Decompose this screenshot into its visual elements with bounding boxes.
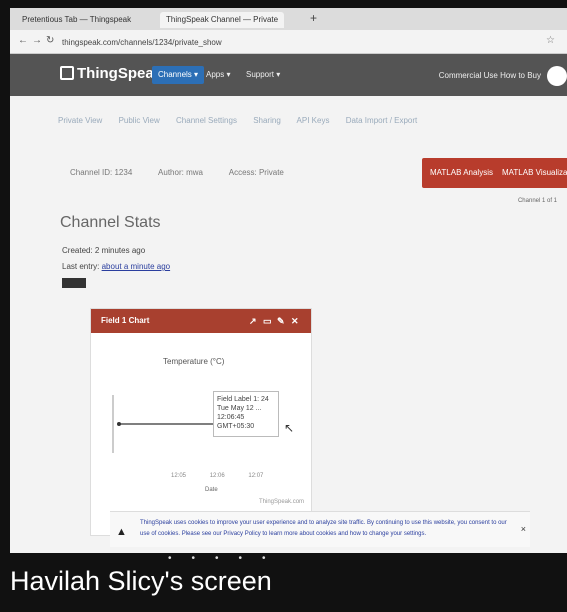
screen-share-caption: Havilah Slicy's screen: [10, 566, 272, 596]
created-label: Created:: [62, 246, 93, 255]
tab-previous[interactable]: Pretentious Tab — Thingspeak: [16, 12, 137, 28]
user-avatar[interactable]: [547, 66, 567, 86]
tab-bar: Pretentious Tab — Thingspeak ThingSpeak …: [10, 8, 567, 30]
tooltip-line-2: Tue May 12 ...: [217, 405, 262, 413]
tooltip-line-3: 12:06:45 GMT+05:30: [217, 414, 255, 431]
chart-plot: [112, 395, 229, 453]
subtab-public-view[interactable]: Public View: [119, 116, 160, 125]
widget-title: Field 1 Chart: [101, 316, 150, 325]
x-tick: 12:06: [209, 473, 225, 479]
back-icon[interactable]: ←: [18, 35, 28, 46]
channel-id: Channel ID: 1234: [70, 168, 133, 177]
menu-channels[interactable]: Channels ▾: [152, 66, 205, 84]
tab-active[interactable]: ThingSpeak Channel — Private: [160, 12, 285, 28]
channel-access: Access: Private: [228, 168, 284, 177]
channel-info: Channel ID: 1234 Author: mwa Access: Pri…: [70, 168, 308, 177]
bookmark-star-icon[interactable]: ☆: [546, 35, 555, 46]
menu-support[interactable]: Support ▾: [246, 70, 280, 79]
chart-title: Temperature (°C): [163, 357, 225, 366]
matlab-analysis-button[interactable]: MATLAB Analysis: [422, 158, 501, 188]
stats-created: Created: 2 minutes ago: [62, 246, 145, 255]
forward-icon[interactable]: →: [32, 35, 42, 46]
tooltip-line-1: Field Label 1: 24: [217, 396, 269, 403]
matlab-visualization-button[interactable]: MATLAB Visualization: [494, 158, 567, 188]
close-icon[interactable]: ✕: [291, 309, 299, 333]
x-axis-ticks: 12:05 12:06 12:07: [171, 473, 285, 479]
cookie-notice-text: ThingSpeak uses cookies to improve your …: [140, 520, 507, 537]
thingspeak-logo-icon: [60, 66, 74, 80]
comment-icon[interactable]: ▭: [263, 309, 272, 333]
chart-credit[interactable]: ThingSpeak.com: [259, 499, 304, 505]
channel-author: Author: mwa: [158, 168, 203, 177]
browser-window: Pretentious Tab — Thingspeak ThingSpeak …: [10, 8, 567, 553]
channel-stats-title: Channel Stats: [60, 214, 161, 231]
external-link-icon[interactable]: ↗: [249, 309, 257, 333]
entries-badge: [62, 278, 86, 288]
channel-pager: Channel 1 of 1: [517, 198, 557, 204]
subtab-private-view[interactable]: Private View: [58, 116, 102, 125]
subtab-api-keys[interactable]: API Keys: [297, 116, 330, 125]
chart-tooltip: Field Label 1: 24 Tue May 12 ... 12:06:4…: [213, 391, 279, 437]
notice-close-icon[interactable]: ×: [521, 524, 526, 534]
field-chart-widget: Field 1 Chart ↗ ▭ ✎ ✕ Temperature (°C) F…: [90, 308, 312, 536]
subtab-data-import-export[interactable]: Data Import / Export: [346, 116, 418, 125]
reload-icon[interactable]: ↻: [46, 35, 54, 46]
subtab-sharing[interactable]: Sharing: [253, 116, 281, 125]
menu-apps[interactable]: Apps ▾: [206, 70, 230, 79]
cookie-notice: ▲ ThingSpeak uses cookies to improve you…: [110, 511, 530, 547]
x-axis-label: Date: [205, 487, 218, 493]
created-value: 2 minutes ago: [94, 246, 146, 255]
x-tick: 12:05: [171, 473, 187, 479]
url-field[interactable]: thingspeak.com/channels/1234/private_sho…: [62, 36, 542, 49]
last-entry-label: Last entry:: [62, 262, 100, 271]
mouse-cursor-icon: ↖: [284, 421, 295, 435]
data-point: [117, 422, 121, 426]
address-bar: ← → ↻ thingspeak.com/channels/1234/priva…: [10, 30, 567, 54]
commercial-use-link[interactable]: Commercial Use How to Buy: [439, 71, 541, 80]
x-tick: 12:07: [248, 473, 264, 479]
last-entry-value[interactable]: about a minute ago: [102, 262, 171, 271]
stats-last-entry: Last entry: about a minute ago: [62, 262, 170, 271]
widget-header: Field 1 Chart ↗ ▭ ✎ ✕: [91, 309, 311, 333]
pager-dots: •••••: [168, 553, 286, 564]
subtab-channel-settings[interactable]: Channel Settings: [176, 116, 237, 125]
edit-icon[interactable]: ✎: [277, 309, 285, 333]
warning-icon: ▲: [116, 526, 127, 538]
channel-subtabs: Private View Public View Channel Setting…: [58, 116, 431, 125]
new-tab-button[interactable]: +: [310, 11, 317, 25]
app-header: ThingSpeak™ Channels ▾ Apps ▾ Support ▾ …: [10, 54, 567, 96]
